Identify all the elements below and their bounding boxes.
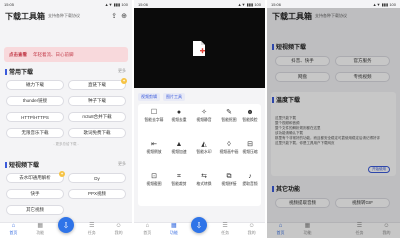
- divider-text: - 更多总给下载 -: [53, 142, 79, 146]
- status-bar: 15:06 ▲▼ ▮▮▮ 100: [138, 1, 261, 7]
- status-bar: 15:06 ▲▼ ▮▮▮ 100: [271, 1, 396, 7]
- share-icon[interactable]: ⇪: [111, 12, 117, 20]
- video-button-ppx[interactable]: PPX视频: [68, 189, 126, 199]
- download-button-direct[interactable]: 直链下载 ✦: [68, 78, 127, 90]
- status-time: 15:05: [4, 1, 15, 7]
- tool-item[interactable]: ⇆ 格式转换: [192, 172, 216, 196]
- section-title-common: 常用下载: [5, 67, 33, 76]
- download-fab[interactable]: ⇩: [58, 217, 74, 233]
- file-add-icon: [193, 41, 205, 56]
- nav-home[interactable]: ⌂ 首页: [136, 223, 158, 236]
- home-screen-dialog: 15:06 ▲▼ ▮▮▮ 100 下载工具箱 支持各种下载协议 短视频下载 抖音…: [267, 0, 400, 238]
- add-icon[interactable]: ⊕: [121, 12, 127, 20]
- merge-icon: ⧉: [226, 173, 232, 180]
- section-title-video: 短视频下载: [5, 160, 39, 169]
- download-button-http[interactable]: HTTP/HTTPS: [6, 112, 64, 122]
- notice-text: 年轻着流、日心前脚: [33, 51, 74, 57]
- grid-icon: ▦: [37, 223, 44, 229]
- download-icon: ⇩: [195, 220, 203, 230]
- compress-icon: ⊟: [247, 141, 253, 148]
- tool-item[interactable]: ☻ 智能换脸: [238, 108, 262, 132]
- crop-icon: ⌗: [177, 173, 181, 180]
- tool-item[interactable]: ⊟ 视频压缩: [238, 140, 262, 164]
- app-header: 下载工具箱 支持各种下载协议 ⇪ ⊕: [0, 9, 132, 23]
- app-title: 下载工具箱: [5, 11, 45, 21]
- tool-item[interactable]: ⊡ 视频截图: [142, 172, 166, 196]
- notice-label: 点击查看: [9, 51, 27, 57]
- tool-item[interactable]: ▲ 视频加速: [167, 140, 191, 164]
- download-button-magnet[interactable]: 磁力下载: [6, 80, 64, 90]
- user-icon: ☺: [248, 223, 255, 229]
- video-button-dy[interactable]: Dy: [68, 173, 126, 183]
- app-subtitle: 支持各种下载协议: [48, 13, 80, 18]
- nav-tools[interactable]: ▦ 功能: [163, 223, 185, 236]
- more-link-video[interactable]: 更多: [118, 161, 126, 167]
- tool-item[interactable]: ⌗ 智能裁剪: [167, 172, 191, 196]
- nav-mine[interactable]: ☺ 我的: [241, 223, 263, 236]
- notice-banner[interactable]: 点击查看 年轻着流、日心前脚: [4, 47, 128, 62]
- convert-icon: ⇆: [201, 173, 207, 180]
- brush-icon: ✎: [226, 109, 232, 116]
- video-button-universal[interactable]: 去水印通用解析 ✦: [6, 171, 65, 183]
- face-icon: ☻: [246, 109, 254, 116]
- nav-tasks[interactable]: ☰ 任务: [81, 223, 103, 236]
- screenshot-icon: ⊡: [151, 173, 157, 180]
- drop-icon: ◊: [227, 141, 231, 148]
- nav-tools[interactable]: ▦ 功能: [29, 223, 51, 236]
- nav-tasks[interactable]: ☰ 任务: [214, 223, 236, 236]
- download-button-music[interactable]: 无限音乐下载: [6, 128, 64, 138]
- tool-item[interactable]: ⇤ 视频倒放: [142, 140, 166, 164]
- list-icon: ☰: [89, 223, 95, 229]
- home-icon: ⌂: [145, 223, 150, 229]
- tool-item[interactable]: ♪ 提取音频: [238, 172, 262, 196]
- video-button-kuaishou[interactable]: 快手: [6, 189, 64, 199]
- circle-icon: ●: [176, 109, 182, 116]
- tab-image-tools[interactable]: 图片工具: [163, 93, 185, 101]
- tool-item[interactable]: ✧ 视频静音: [192, 108, 216, 132]
- tools-screen: 15:06 ▲▼ ▮▮▮ 100 视频剪辑 图片工具 ☐ 智能去字幕 ● 视频去重 …: [134, 0, 265, 238]
- hot-icon: ✦: [121, 78, 127, 84]
- video-button-other[interactable]: 其它视频: [6, 205, 64, 215]
- tab-video-edit[interactable]: 视频剪辑: [138, 93, 160, 101]
- square-icon: ☐: [150, 109, 158, 116]
- user-icon: ☺: [115, 223, 122, 229]
- nav-home[interactable]: ⌂ 首页: [2, 223, 24, 236]
- sparkle-icon: ✧: [201, 109, 207, 116]
- download-button-thunder[interactable]: thunder链接: [6, 96, 64, 106]
- home-icon: ⌂: [11, 223, 16, 229]
- tools-grid: ☐ 智能去字幕 ● 视频去重 ✧ 视频静音 ✎ 智能抠图 ☻ 智能换脸 ⇤ 视频倒放 ▲ 视频…: [138, 104, 261, 206]
- tool-tabs: 视频剪辑 图片工具: [138, 93, 185, 101]
- speed-icon: ▲: [175, 141, 183, 148]
- modal-overlay[interactable]: [267, 8, 400, 238]
- more-link-common[interactable]: 更多: [118, 68, 126, 74]
- status-bar: 15:05 ▲▼ ▮▮▮ 100: [0, 0, 132, 8]
- video-preview[interactable]: [134, 8, 265, 88]
- tool-item[interactable]: ☐ 智能去字幕: [142, 108, 166, 132]
- download-icon: ⇩: [62, 220, 70, 230]
- download-button-torrent[interactable]: 种子下载: [68, 96, 126, 106]
- nav-mine[interactable]: ☺ 我的: [108, 223, 130, 236]
- download-button-m3u8[interactable]: m3u8合并下载: [68, 112, 126, 122]
- grid-icon: ▦: [171, 223, 177, 229]
- status-signal: ▲▼ ▮▮▮ 100: [104, 1, 128, 7]
- hot-icon: ✦: [59, 171, 65, 177]
- reverse-icon: ⇤: [151, 141, 157, 148]
- watermark-icon: ◭: [201, 141, 207, 148]
- audio-icon: ♪: [248, 173, 252, 180]
- download-fab[interactable]: ⇩: [191, 217, 207, 233]
- tool-item[interactable]: ◭ 智能水印: [192, 140, 216, 164]
- list-icon: ☰: [222, 223, 228, 229]
- tool-item[interactable]: ● 视频去重: [167, 108, 191, 132]
- home-screen: 15:05 ▲▼ ▮▮▮ 100 下载工具箱 支持各种下载协议 ⇪ ⊕ 点击查看…: [0, 0, 132, 238]
- download-button-lyrics[interactable]: 歌词免费下载: [68, 128, 126, 138]
